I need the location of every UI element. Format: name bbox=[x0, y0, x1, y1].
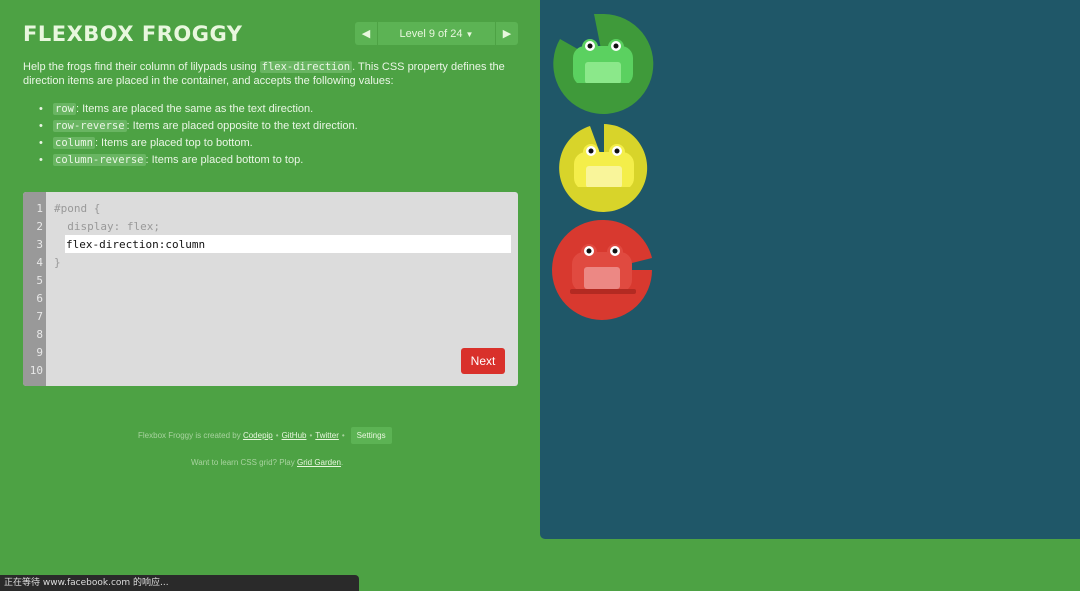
game-title: FLEXBOX FROGGY bbox=[23, 22, 243, 46]
instructions: Help the frogs find their column of lily… bbox=[23, 60, 518, 88]
grid-promo-text: Want to learn CSS grid? Play bbox=[191, 458, 295, 467]
separator: • bbox=[341, 431, 345, 440]
grid-garden-link[interactable]: Grid Garden bbox=[297, 458, 341, 467]
level-selector[interactable]: Level 9 of 24 ▼ bbox=[378, 28, 495, 40]
value-description: : Items are placed the same as the text … bbox=[75, 103, 314, 115]
grid-promo-period: . bbox=[341, 458, 344, 467]
caret-down-icon: ▼ bbox=[465, 29, 474, 39]
credits: Flexbox Froggy is created by Codepip • Gi… bbox=[138, 427, 392, 444]
intro-text-before: Help the frogs find their column of lily… bbox=[23, 61, 260, 73]
level-navigation: ◀ Level 9 of 24 ▼ ▶ bbox=[355, 22, 518, 45]
css-input[interactable] bbox=[65, 235, 512, 254]
value-code: row bbox=[53, 103, 76, 115]
css-input-line bbox=[65, 235, 512, 254]
value-description: : Items are placed opposite to the text … bbox=[126, 120, 358, 132]
list-item: column-reverse: Items are placed bottom … bbox=[39, 152, 358, 169]
pond bbox=[540, 0, 1080, 539]
list-item: row-reverse: Items are placed opposite t… bbox=[39, 118, 358, 135]
twitter-link[interactable]: Twitter bbox=[315, 431, 339, 440]
line-number: 8 bbox=[36, 328, 43, 341]
previous-level-button[interactable]: ◀ bbox=[355, 22, 378, 45]
yellow-lilypad bbox=[559, 124, 648, 212]
line-number: 4 bbox=[36, 256, 43, 269]
list-item: column: Items are placed top to bottom. bbox=[39, 135, 358, 152]
line-number: 6 bbox=[36, 292, 43, 305]
list-item: row: Items are placed the same as the te… bbox=[39, 101, 358, 118]
line-number: 7 bbox=[36, 310, 43, 323]
line-number: 1 bbox=[36, 202, 43, 215]
value-code: column bbox=[53, 137, 95, 149]
separator: • bbox=[309, 431, 313, 440]
code-line-selector: #pond { bbox=[54, 202, 101, 215]
next-button[interactable]: Next bbox=[461, 348, 505, 374]
separator: • bbox=[275, 431, 279, 440]
line-number-gutter: 1 2 3 4 5 6 7 8 9 10 bbox=[23, 192, 46, 386]
level-label: Level 9 of 24 bbox=[399, 27, 463, 40]
browser-status-bar: 正在等待 www.facebook.com 的响应... bbox=[0, 575, 359, 591]
codepip-link[interactable]: Codepip bbox=[243, 431, 273, 440]
line-number: 9 bbox=[36, 346, 43, 359]
value-code: column-reverse bbox=[53, 154, 146, 166]
line-number: 10 bbox=[29, 364, 43, 377]
line-number: 3 bbox=[36, 238, 43, 251]
grid-garden-promo: Want to learn CSS grid? Play Grid Garden… bbox=[191, 458, 343, 467]
settings-button[interactable]: Settings bbox=[350, 427, 392, 444]
value-code: row-reverse bbox=[53, 120, 127, 132]
value-description: : Items are placed bottom to top. bbox=[145, 154, 304, 166]
code-line-display: display: flex; bbox=[54, 220, 160, 233]
triangle-right-icon: ▶ bbox=[502, 28, 512, 40]
green-lilypad bbox=[553, 14, 654, 114]
css-editor: 1 2 3 4 5 6 7 8 9 10 #pond { display: fl… bbox=[23, 192, 518, 386]
property-code: flex-direction bbox=[259, 61, 353, 73]
line-number: 5 bbox=[36, 274, 43, 287]
line-number: 2 bbox=[36, 220, 43, 233]
credits-text: Flexbox Froggy is created by bbox=[138, 431, 241, 440]
next-level-button[interactable]: ▶ bbox=[495, 22, 518, 45]
values-list: row: Items are placed the same as the te… bbox=[23, 101, 358, 169]
red-lilypad bbox=[552, 219, 652, 320]
value-description: : Items are placed top to bottom. bbox=[94, 137, 253, 149]
github-link[interactable]: GitHub bbox=[282, 431, 307, 440]
triangle-left-icon: ◀ bbox=[361, 28, 371, 40]
code-line-closing-brace: } bbox=[54, 256, 61, 269]
